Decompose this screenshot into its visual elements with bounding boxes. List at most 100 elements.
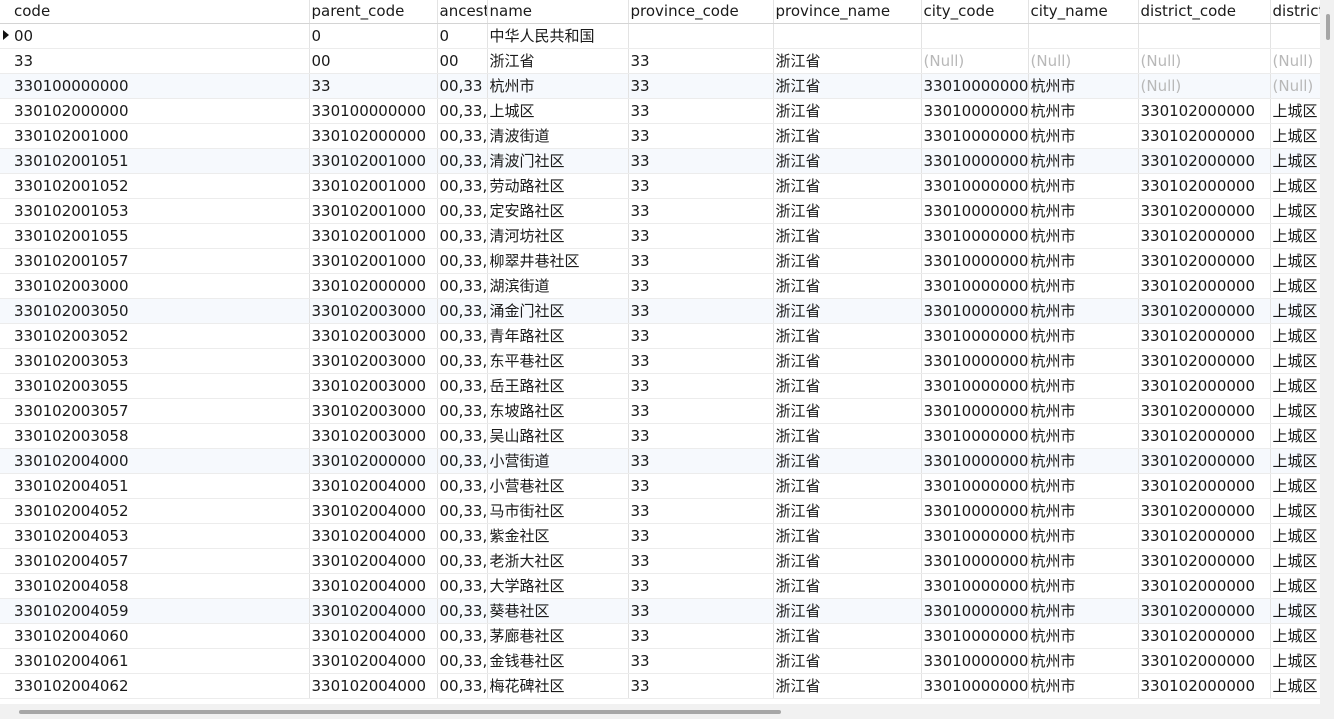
cell-city-code[interactable]: 330100000000: [921, 298, 1029, 324]
cell-province-code[interactable]: 33: [628, 273, 774, 299]
cell-ancestors[interactable]: 00,33,: [437, 223, 488, 249]
cell-province-code[interactable]: 33: [628, 198, 774, 224]
cell-ancestors[interactable]: 00: [437, 48, 488, 74]
cell-ancestors[interactable]: 00,33,: [437, 198, 488, 224]
cell-name[interactable]: 东坡路社区: [487, 398, 629, 424]
cell-parent-code[interactable]: 33: [309, 73, 438, 99]
cell-code[interactable]: 330100000000: [12, 73, 310, 99]
cell-province-name[interactable]: 浙江省: [773, 123, 922, 149]
table-row[interactable]: 00 0 0 中华人民共和国: [0, 23, 1320, 49]
cell-province-name[interactable]: 浙江省: [773, 48, 922, 74]
cell-city-name[interactable]: 杭州市: [1028, 98, 1139, 124]
cell-province-name[interactable]: 浙江省: [773, 398, 922, 424]
table-row[interactable]: 330102001051 330102001000 00,33, 清波门社区 33 浙江省…: [0, 148, 1320, 174]
cell-parent-code[interactable]: 330102003000: [309, 348, 438, 374]
cell-code[interactable]: 330102001052: [12, 173, 310, 199]
cell-name[interactable]: 大学路社区: [487, 573, 629, 599]
cell-province-code[interactable]: 33: [628, 473, 774, 499]
cell-name[interactable]: 小营巷社区: [487, 473, 629, 499]
cell-city-name[interactable]: 杭州市: [1028, 573, 1139, 599]
cell-parent-code[interactable]: 330102004000: [309, 573, 438, 599]
row-indicator[interactable]: [0, 273, 12, 299]
cell-province-name[interactable]: 浙江省: [773, 423, 922, 449]
cell-district-code[interactable]: 330102000000: [1138, 573, 1271, 599]
cell-province-name[interactable]: 浙江省: [773, 623, 922, 649]
row-indicator[interactable]: [0, 423, 12, 449]
cell-parent-code[interactable]: 330102003000: [309, 373, 438, 399]
cell-ancestors[interactable]: 00,33,: [437, 173, 488, 199]
cell-district-name[interactable]: 上城区: [1270, 198, 1320, 224]
cell-name[interactable]: 青年路社区: [487, 323, 629, 349]
table-row[interactable]: 330102004052 330102004000 00,33, 马市街社区 33 浙江省…: [0, 498, 1320, 524]
cell-parent-code[interactable]: 0: [309, 23, 438, 49]
cell-district-code[interactable]: 330102000000: [1138, 298, 1271, 324]
cell-district-name[interactable]: (Null): [1270, 73, 1320, 99]
cell-name[interactable]: 浙江省: [487, 48, 629, 74]
cell-district-code[interactable]: 330102000000: [1138, 223, 1271, 249]
cell-city-code[interactable]: 330100000000: [921, 598, 1029, 624]
cell-city-code[interactable]: 330100000000: [921, 323, 1029, 349]
cell-code[interactable]: 330102004060: [12, 623, 310, 649]
cell-parent-code[interactable]: 330102000000: [309, 123, 438, 149]
cell-ancestors[interactable]: 00,33,: [437, 98, 488, 124]
cell-code[interactable]: 330102001057: [12, 248, 310, 274]
cell-code[interactable]: 330102003053: [12, 348, 310, 374]
cell-name[interactable]: 中华人民共和国: [487, 23, 629, 49]
cell-province-code[interactable]: 33: [628, 173, 774, 199]
table-row[interactable]: 330102004061 330102004000 00,33, 金钱巷社区 33 浙江省…: [0, 648, 1320, 674]
cell-city-code[interactable]: 330100000000: [921, 223, 1029, 249]
row-indicator[interactable]: [0, 198, 12, 224]
row-indicator[interactable]: [0, 448, 12, 474]
table-row[interactable]: 330102004060 330102004000 00,33, 茅廊巷社区 33 浙江省…: [0, 623, 1320, 649]
cell-city-name[interactable]: 杭州市: [1028, 523, 1139, 549]
cell-parent-code[interactable]: 330102004000: [309, 598, 438, 624]
cell-city-name[interactable]: 杭州市: [1028, 423, 1139, 449]
cell-city-name[interactable]: 杭州市: [1028, 448, 1139, 474]
cell-province-code[interactable]: 33: [628, 498, 774, 524]
column-header-district-name[interactable]: district_name: [1270, 0, 1320, 24]
cell-code[interactable]: 330102004052: [12, 498, 310, 524]
cell-province-code[interactable]: 33: [628, 323, 774, 349]
cell-city-name[interactable]: 杭州市: [1028, 323, 1139, 349]
cell-name[interactable]: 上城区: [487, 98, 629, 124]
cell-province-name[interactable]: 浙江省: [773, 273, 922, 299]
cell-parent-code[interactable]: 330102001000: [309, 173, 438, 199]
cell-city-name[interactable]: 杭州市: [1028, 73, 1139, 99]
table-row[interactable]: 330102000000 330100000000 00,33, 上城区 33 浙江省 33…: [0, 98, 1320, 124]
row-indicator[interactable]: [0, 223, 12, 249]
column-header-district-code[interactable]: district_code: [1138, 0, 1271, 24]
column-header-code[interactable]: code: [12, 0, 310, 24]
table-row[interactable]: 330102003050 330102003000 00,33, 涌金门社区 33 浙江省…: [0, 298, 1320, 324]
row-indicator[interactable]: [0, 148, 12, 174]
cell-parent-code[interactable]: 330102001000: [309, 198, 438, 224]
cell-parent-code[interactable]: 330102003000: [309, 423, 438, 449]
cell-parent-code[interactable]: 330102004000: [309, 648, 438, 674]
cell-code[interactable]: 330102001053: [12, 198, 310, 224]
row-indicator[interactable]: [0, 473, 12, 499]
table-row[interactable]: 330102001052 330102001000 00,33, 劳动路社区 33 浙江省…: [0, 173, 1320, 199]
row-indicator[interactable]: [0, 123, 12, 149]
cell-ancestors[interactable]: 00,33,: [437, 348, 488, 374]
cell-name[interactable]: 马市街社区: [487, 498, 629, 524]
cell-district-code[interactable]: 330102000000: [1138, 648, 1271, 674]
cell-ancestors[interactable]: 00,33,: [437, 573, 488, 599]
cell-district-code[interactable]: 330102000000: [1138, 498, 1271, 524]
cell-province-code[interactable]: 33: [628, 373, 774, 399]
cell-name[interactable]: 东平巷社区: [487, 348, 629, 374]
cell-city-name[interactable]: 杭州市: [1028, 123, 1139, 149]
cell-parent-code[interactable]: 330102003000: [309, 323, 438, 349]
cell-ancestors[interactable]: 00,33,: [437, 148, 488, 174]
cell-district-name[interactable]: 上城区: [1270, 348, 1320, 374]
cell-province-code[interactable]: 33: [628, 73, 774, 99]
cell-city-name[interactable]: 杭州市: [1028, 673, 1139, 699]
cell-parent-code[interactable]: 330102003000: [309, 398, 438, 424]
cell-city-name[interactable]: 杭州市: [1028, 248, 1139, 274]
table-row[interactable]: 330102004057 330102004000 00,33, 老浙大社区 33 浙江省…: [0, 548, 1320, 574]
cell-district-code[interactable]: 330102000000: [1138, 548, 1271, 574]
cell-city-name[interactable]: 杭州市: [1028, 598, 1139, 624]
cell-province-code[interactable]: 33: [628, 448, 774, 474]
cell-district-name[interactable]: 上城区: [1270, 548, 1320, 574]
cell-district-name[interactable]: 上城区: [1270, 123, 1320, 149]
row-indicator[interactable]: [0, 498, 12, 524]
row-indicator[interactable]: [0, 348, 12, 374]
